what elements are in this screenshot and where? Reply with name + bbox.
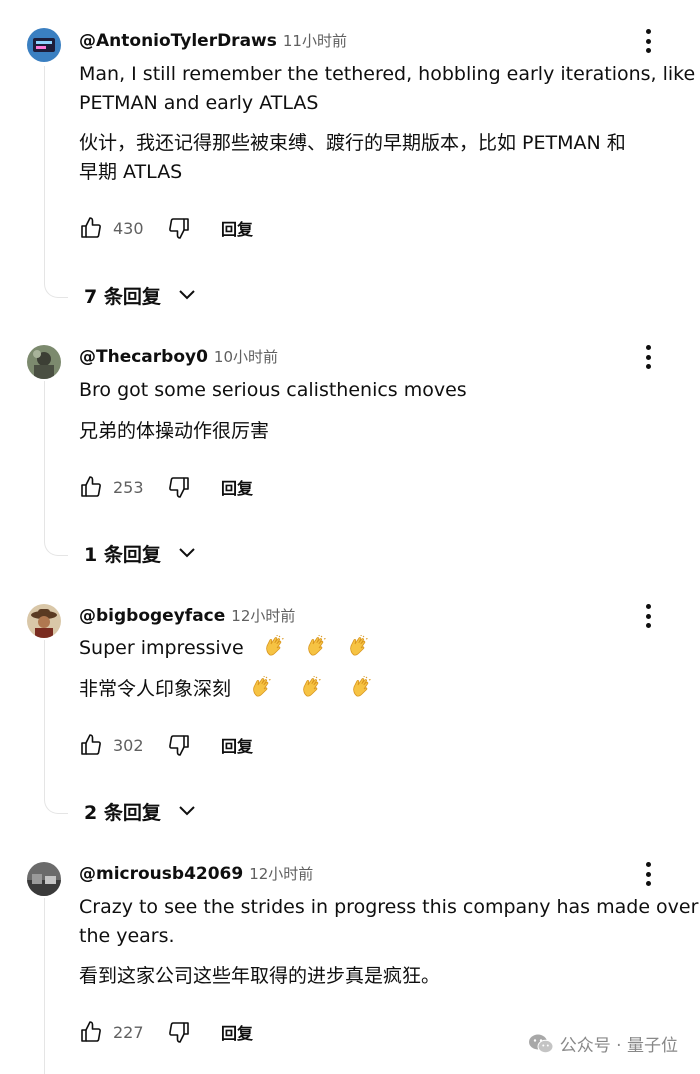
comment-text-cn: 非常令人印象深刻 bbox=[79, 675, 679, 704]
comment-line: Bro got some serious calisthenics moves bbox=[79, 379, 467, 401]
avatar[interactable] bbox=[27, 604, 61, 638]
author-name[interactable]: @Thecarboy0 bbox=[79, 347, 208, 367]
comment-actions: 302 回复 bbox=[79, 730, 253, 760]
like-count: 227 bbox=[113, 1022, 144, 1042]
thumbs-up-icon bbox=[81, 476, 101, 497]
wechat-icon bbox=[528, 1033, 554, 1055]
like-button[interactable] bbox=[79, 1020, 103, 1044]
comment-text-cn: 兄弟的体操动作很厉害 bbox=[79, 417, 679, 446]
timestamp[interactable]: 12小时前 bbox=[231, 605, 295, 626]
comment-text-en: Bro got some serious calisthenics moves bbox=[79, 376, 679, 405]
clapping-hands-icon bbox=[306, 635, 328, 657]
thumbs-up-icon bbox=[81, 217, 101, 238]
watermark-text: 公众号 · 量子位 bbox=[559, 1036, 678, 1056]
comment-line: 伙计，我还记得那些被束缚、踱行的早期版本，比如 PETMAN 和 bbox=[79, 132, 626, 154]
avatar[interactable] bbox=[27, 28, 61, 62]
comment-line: Super impressive bbox=[79, 637, 244, 659]
comment-line: Man, I still remember the tethered, hobb… bbox=[79, 63, 696, 85]
view-replies-button[interactable]: 7 条回复 bbox=[84, 280, 199, 310]
timestamp[interactable]: 11小时前 bbox=[283, 30, 347, 51]
comment-line: Crazy to see the strides in progress thi… bbox=[79, 896, 699, 918]
more-options-button[interactable] bbox=[636, 26, 660, 56]
clapping-hands-icon bbox=[348, 635, 370, 657]
comment-text-en: Man, I still remember the tethered, hobb… bbox=[79, 60, 696, 118]
thumbs-down-icon bbox=[169, 1022, 189, 1043]
watermark: 公众号 · 量子位 bbox=[528, 1031, 678, 1056]
thread-line bbox=[44, 381, 68, 556]
thumbs-down-icon bbox=[169, 735, 189, 756]
comment-actions: 227 回复 bbox=[79, 1017, 253, 1047]
comment-line: the years. bbox=[79, 925, 175, 947]
replies-count-label: 2 条回复 bbox=[84, 801, 161, 824]
comment-text-cn: 看到这家公司这些年取得的进步真是疯狂。 bbox=[79, 962, 679, 991]
thumbs-up-icon bbox=[81, 1021, 101, 1042]
reply-button[interactable]: 回复 bbox=[221, 1020, 253, 1044]
avatar[interactable] bbox=[27, 345, 61, 379]
comment-actions: 253 回复 bbox=[79, 472, 253, 502]
timestamp[interactable]: 12小时前 bbox=[249, 863, 313, 884]
dislike-button[interactable] bbox=[167, 733, 191, 757]
comment-header: @bigbogeyface 12小时前 bbox=[79, 605, 295, 629]
reply-button[interactable]: 回复 bbox=[221, 733, 253, 757]
comment-line: 早期 ATLAS bbox=[79, 161, 183, 183]
thumbs-down-icon bbox=[169, 477, 189, 498]
like-button[interactable] bbox=[79, 733, 103, 757]
comment-text-en: Super impressive bbox=[79, 634, 679, 663]
clapping-hands-icon bbox=[351, 676, 373, 698]
like-count: 430 bbox=[113, 218, 144, 238]
comment-header: @Thecarboy0 10小时前 bbox=[79, 346, 278, 370]
dislike-button[interactable] bbox=[167, 475, 191, 499]
author-name[interactable]: @AntonioTylerDraws bbox=[79, 31, 277, 51]
more-options-button[interactable] bbox=[636, 601, 660, 631]
comment-header: @microusb42069 12小时前 bbox=[79, 863, 313, 887]
like-button[interactable] bbox=[79, 475, 103, 499]
chevron-down-icon bbox=[175, 541, 199, 565]
view-replies-button[interactable]: 1 条回复 bbox=[84, 538, 199, 568]
comment-actions: 430 回复 bbox=[79, 213, 253, 243]
clapping-hands-icon bbox=[264, 635, 286, 657]
thread-line bbox=[44, 66, 68, 298]
avatar[interactable] bbox=[27, 862, 61, 896]
dislike-button[interactable] bbox=[167, 1020, 191, 1044]
comment-line: 兄弟的体操动作很厉害 bbox=[79, 420, 270, 442]
thumbs-down-icon bbox=[169, 218, 189, 239]
like-count: 302 bbox=[113, 735, 144, 755]
author-name[interactable]: @microusb42069 bbox=[79, 864, 243, 884]
comment-text-en: Crazy to see the strides in progress thi… bbox=[79, 893, 699, 951]
thread-line bbox=[44, 640, 68, 814]
timestamp[interactable]: 10小时前 bbox=[214, 346, 278, 367]
author-name[interactable]: @bigbogeyface bbox=[79, 606, 225, 626]
comment-line: 非常令人印象深刻 bbox=[79, 678, 232, 700]
dislike-button[interactable] bbox=[167, 216, 191, 240]
thumbs-up-icon bbox=[81, 734, 101, 755]
view-replies-button[interactable]: 2 条回复 bbox=[84, 796, 199, 826]
chevron-down-icon bbox=[175, 799, 199, 823]
more-options-button[interactable] bbox=[636, 859, 660, 889]
comment-header: @AntonioTylerDraws 11小时前 bbox=[79, 30, 347, 54]
comment-line: 看到这家公司这些年取得的进步真是疯狂。 bbox=[79, 965, 441, 987]
replies-count-label: 1 条回复 bbox=[84, 543, 161, 566]
clapping-hands-icon bbox=[301, 676, 323, 698]
thread-line bbox=[44, 898, 68, 1074]
like-button[interactable] bbox=[79, 216, 103, 240]
reply-button[interactable]: 回复 bbox=[221, 216, 253, 240]
reply-button[interactable]: 回复 bbox=[221, 475, 253, 499]
chevron-down-icon bbox=[175, 283, 199, 307]
replies-count-label: 7 条回复 bbox=[84, 285, 161, 308]
clapping-hands-icon bbox=[251, 676, 273, 698]
like-count: 253 bbox=[113, 477, 144, 497]
comment-text-cn: 伙计，我还记得那些被束缚、踱行的早期版本，比如 PETMAN 和 早期 ATLA… bbox=[79, 129, 679, 187]
more-options-button[interactable] bbox=[636, 342, 660, 372]
comment-line: PETMAN and early ATLAS bbox=[79, 92, 319, 114]
